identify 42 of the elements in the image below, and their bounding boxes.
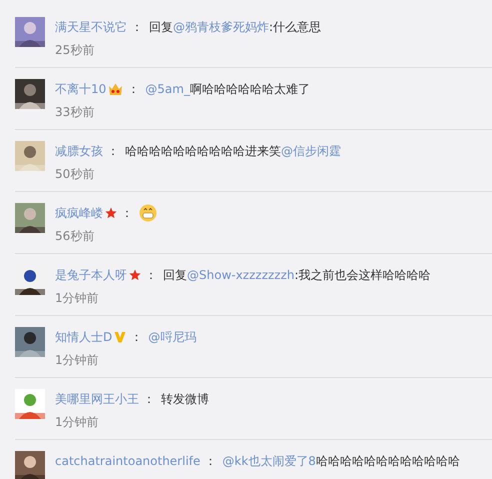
timestamp: 1分钟前 — [55, 352, 100, 369]
colon: ： — [130, 328, 142, 346]
user-name[interactable]: 减膘女孩 — [55, 142, 103, 160]
mention-link[interactable]: @鸦青枝爹死妈炸 — [173, 18, 269, 36]
mention-link[interactable]: @5am_ — [145, 82, 190, 96]
crown-icon — [108, 82, 124, 96]
user-name[interactable]: catchatraintoanotherlife — [55, 454, 200, 468]
user-name[interactable]: 满天星不说它 — [55, 18, 127, 36]
comment-text: 啊哈哈哈哈哈哈太难了 — [190, 80, 310, 96]
user-name[interactable]: 知情人士D — [55, 328, 112, 346]
colon: ： — [127, 80, 140, 98]
user-name[interactable]: 不离十10 — [55, 80, 106, 98]
mention-link[interactable]: @哷尼玛 — [148, 328, 196, 346]
timestamp: 25秒前 — [55, 42, 96, 59]
verified-v-icon — [114, 331, 126, 343]
star-icon — [129, 269, 141, 281]
comment-text: 哈哈哈哈哈哈哈哈哈哈哈哈 — [316, 452, 460, 470]
grinning-emoji-icon — [139, 204, 157, 222]
star-icon — [105, 207, 117, 219]
comment-text: :我之前也会这样哈哈哈哈 — [294, 266, 431, 284]
colon: ： — [204, 452, 216, 470]
user-name[interactable]: 是兔子本人呀 — [55, 266, 127, 284]
comment-text: 转发微博 — [161, 390, 209, 408]
colon: ： — [131, 18, 143, 36]
mention-link[interactable]: @kk也太闹爱了8 — [222, 452, 316, 470]
comment-text: 回复 — [163, 266, 187, 284]
mention-link[interactable]: @信步闲霆 — [281, 142, 341, 160]
timestamp: 56秒前 — [55, 228, 96, 245]
mention-link[interactable]: @Show-xzzzzzzzh — [187, 268, 295, 282]
colon: ： — [145, 266, 157, 284]
user-name[interactable]: 疯疯峰嵝 — [55, 204, 103, 222]
comment-text: 回复 — [149, 18, 173, 36]
timestamp: 1分钟前 — [55, 414, 100, 431]
user-name[interactable]: 美哪里网王小王 — [55, 390, 139, 408]
timestamp: 1分钟前 — [55, 290, 100, 307]
comment-text: :什么意思 — [269, 18, 322, 36]
colon: ： — [121, 204, 133, 222]
comment-text: 哈哈哈哈哈哈哈哈哈哈进来笑 — [125, 142, 281, 160]
colon: ： — [143, 390, 155, 408]
timestamp: 33秒前 — [55, 104, 96, 121]
timestamp: 50秒前 — [55, 166, 96, 183]
colon: ： — [107, 142, 119, 160]
